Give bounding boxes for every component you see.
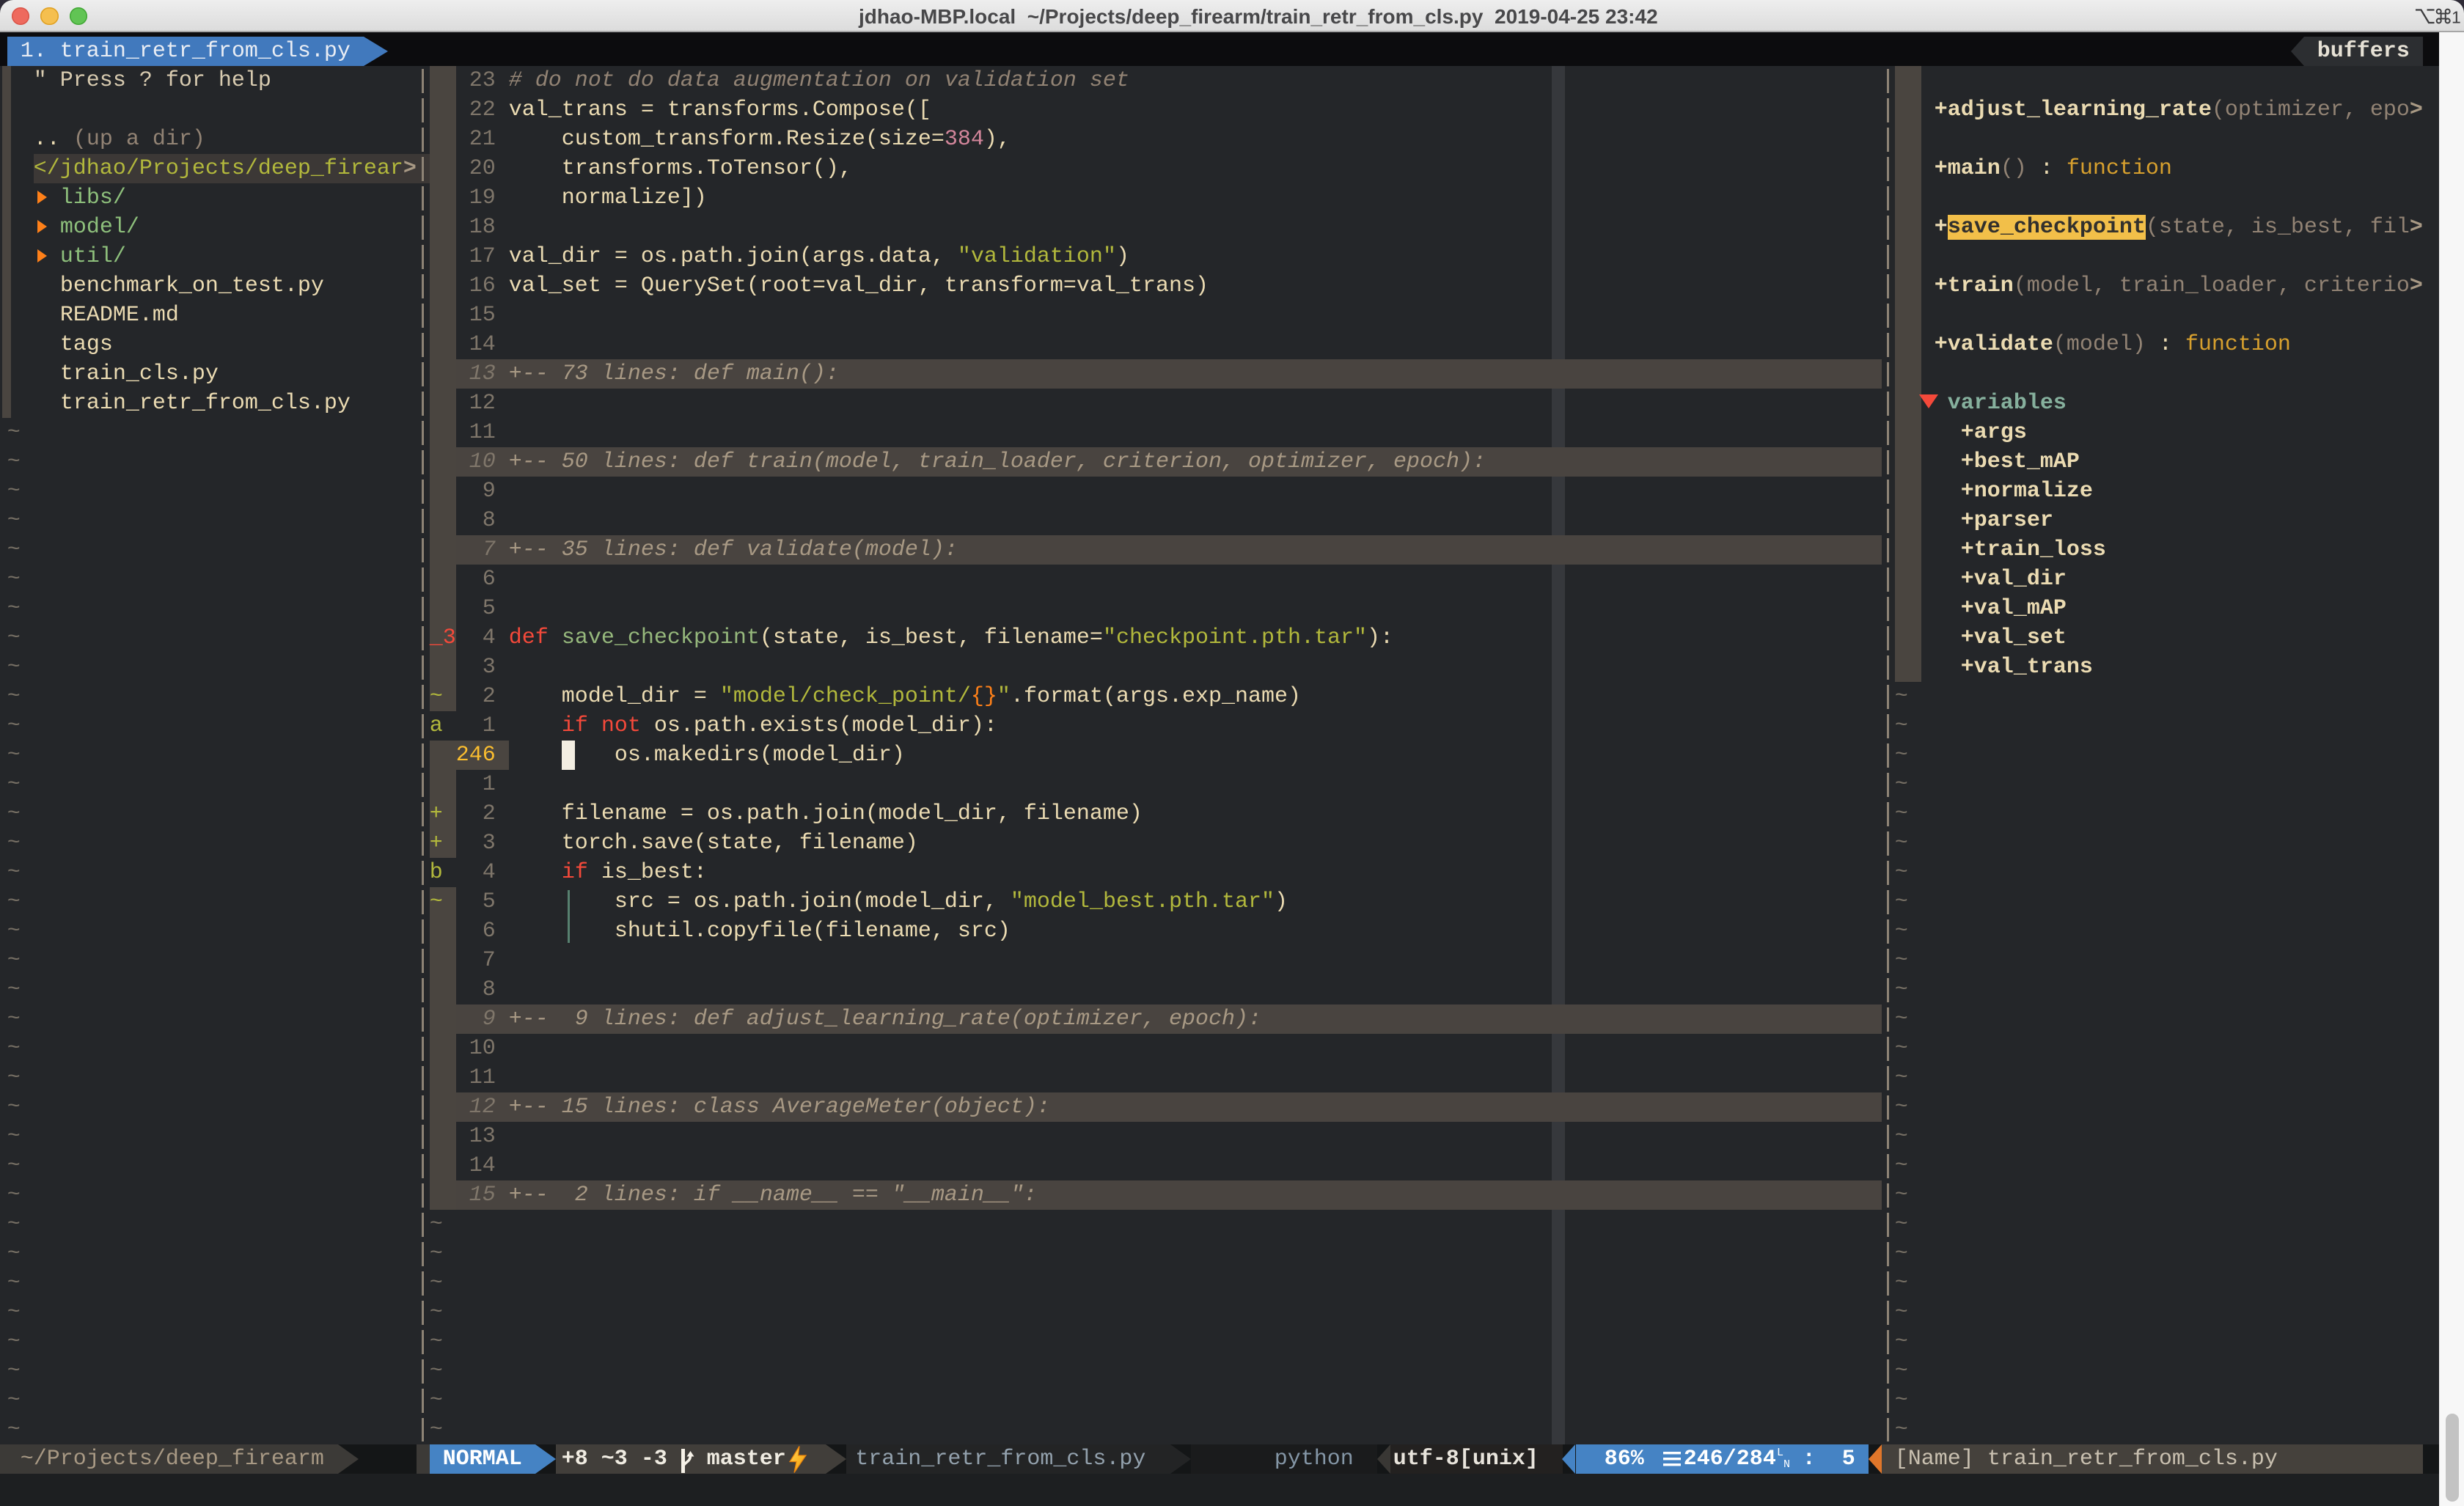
svg-text:1: 1 xyxy=(2452,8,2461,27)
